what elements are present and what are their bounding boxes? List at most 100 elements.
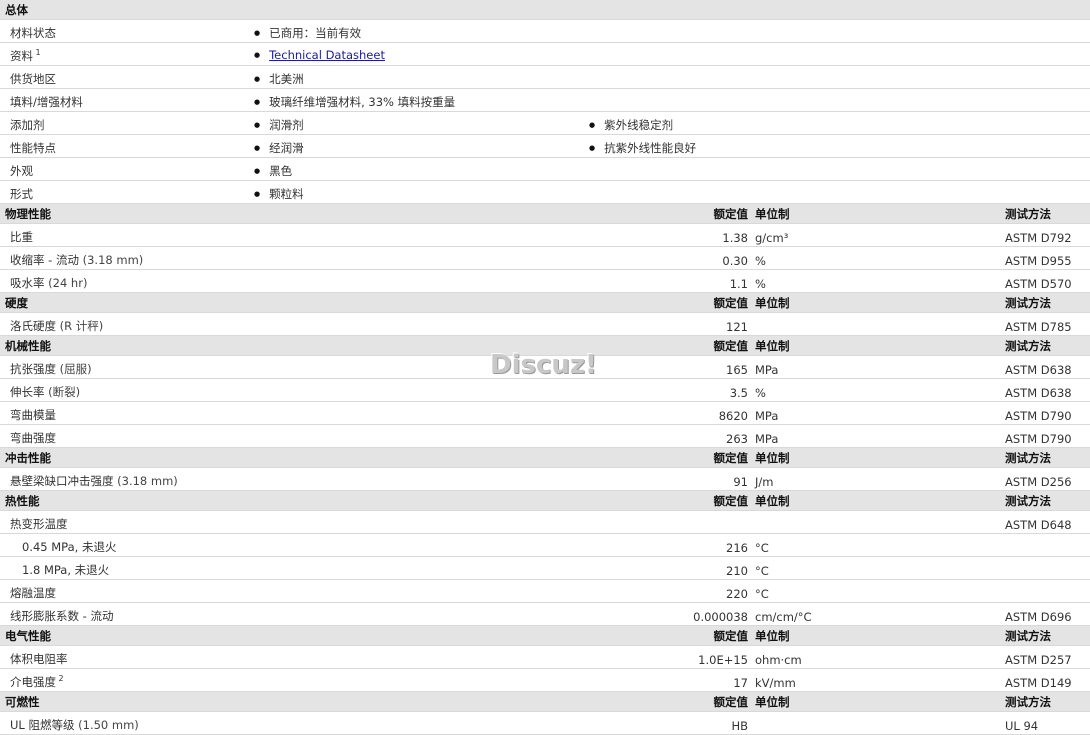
property-label: 弯曲模量: [10, 408, 56, 422]
row-label: 外观: [10, 164, 33, 178]
property-label: 线形膨胀系数 - 流动: [10, 609, 114, 623]
section-header: 冲击性能 额定值 单位制 测试方法: [0, 448, 1090, 468]
property-unit: MPa: [755, 432, 779, 446]
row-label: 形式: [10, 187, 33, 201]
property-unit: %: [755, 254, 766, 268]
property-unit: J/m: [755, 475, 774, 489]
section-header: 电气性能 额定值 单位制 测试方法: [0, 626, 1090, 646]
property-value: 1.1: [729, 277, 748, 291]
property-value: 165: [726, 363, 748, 377]
property-value: 3.5: [729, 386, 748, 400]
test-method: ASTM D638: [1005, 386, 1072, 400]
property-unit: %: [755, 386, 766, 400]
bullet-item: 紫外线稳定剂: [589, 117, 673, 133]
overall-row: 外观 黑色: [0, 158, 1090, 181]
col-header-test: 测试方法: [1005, 296, 1051, 310]
property-unit: ohm·cm: [755, 653, 802, 667]
section-title: 机械性能: [5, 339, 51, 353]
bullet-item: 玻璃纤维增强材料, 33% 填料按重量: [254, 94, 455, 110]
bullet-item: 北美洲: [254, 71, 304, 87]
row-label: 性能特点: [10, 141, 56, 155]
section-header: 可燃性 额定值 单位制 测试方法: [0, 692, 1090, 712]
test-method: ASTM D149: [1005, 676, 1072, 690]
section-header: 物理性能 额定值 单位制 测试方法: [0, 204, 1090, 224]
property-row: 弯曲模量 8620 MPa ASTM D790: [0, 402, 1090, 425]
footnote-marker: 2: [56, 674, 64, 684]
property-row: 吸水率 (24 hr) 1.1% ASTM D570: [0, 270, 1090, 293]
row-label: 添加剂: [10, 118, 45, 132]
test-method: ASTM D790: [1005, 432, 1072, 446]
property-row: 伸长率 (断裂) 3.5% ASTM D638: [0, 379, 1090, 402]
property-unit: cm/cm/°C: [755, 610, 812, 624]
property-label: 比重: [10, 230, 33, 244]
property-row: 悬壁梁缺口冲击强度 (3.18 mm) 91 J/m ASTM D256: [0, 468, 1090, 491]
row-label: 供货地区: [10, 72, 56, 86]
section-title: 物理性能: [5, 207, 51, 221]
property-label: 1.8 MPa, 未退火: [22, 563, 110, 577]
property-row: 线形膨胀系数 - 流动 0.000038 cm/cm/°C ASTM D696: [0, 603, 1090, 626]
property-value: 220: [726, 587, 748, 601]
col-header-value: 额定值: [713, 494, 749, 508]
property-row: UL 阻燃等级 (1.50 mm) HB UL 94: [0, 712, 1090, 735]
test-method: ASTM D570: [1005, 277, 1072, 291]
property-label: 洛氏硬度 (R 计秤): [10, 319, 104, 333]
test-method: ASTM D648: [1005, 518, 1072, 532]
property-row: 比重 1.38 g/cm³ ASTM D792: [0, 224, 1090, 247]
property-row: 熔融温度 220 °C: [0, 580, 1090, 603]
property-condition: (R 计秤): [56, 319, 104, 333]
overall-row: 供货地区 北美洲: [0, 66, 1090, 89]
test-method: ASTM D696: [1005, 610, 1072, 624]
bullet-item: 抗紫外线性能良好: [589, 140, 696, 156]
property-value: 17: [733, 676, 748, 690]
section-title: 电气性能: [5, 629, 51, 643]
bullet-item: 黑色: [254, 163, 292, 179]
section-header-overall: 总体: [0, 0, 1090, 20]
bullet-item: 已商用：当前有效: [254, 25, 361, 41]
col-header-value: 额定值: [713, 629, 749, 643]
col-header-value: 额定值: [713, 695, 749, 709]
test-method: ASTM D257: [1005, 653, 1072, 667]
col-header-test: 测试方法: [1005, 494, 1051, 508]
overall-row: 性能特点 经润滑 抗紫外线性能良好: [0, 135, 1090, 158]
property-value: 8620: [718, 409, 748, 423]
bullet-item: 经润滑: [254, 140, 304, 156]
property-condition: (24 hr): [44, 276, 88, 290]
footnote-marker: 1: [33, 48, 41, 58]
row-label: 材料状态: [10, 26, 56, 40]
row-label: 资料 1: [10, 48, 41, 63]
property-row: 洛氏硬度 (R 计秤) 121 ASTM D785: [0, 313, 1090, 336]
property-label: 体积电阻率: [10, 652, 68, 666]
property-value: 0.30: [722, 254, 748, 268]
col-header-unit: 单位制: [755, 494, 790, 508]
property-unit: °C: [755, 541, 769, 555]
property-label: 熔融温度: [10, 586, 56, 600]
property-value: 210: [726, 564, 748, 578]
col-header-value: 额定值: [713, 207, 749, 221]
col-header-test: 测试方法: [1005, 339, 1051, 353]
property-value: HB: [731, 719, 748, 733]
test-method: ASTM D792: [1005, 231, 1072, 245]
property-condition: (1.50 mm): [74, 718, 139, 732]
bullet-item: Technical Datasheet: [254, 48, 385, 62]
property-label: 伸长率 (断裂): [10, 385, 81, 399]
col-header-unit: 单位制: [755, 695, 790, 709]
property-label: 悬壁梁缺口冲击强度 (3.18 mm): [10, 474, 178, 488]
overall-row: 材料状态 已商用：当前有效: [0, 20, 1090, 43]
property-label: 热变形温度: [10, 517, 68, 531]
section-header: 硬度 额定值 单位制 测试方法: [0, 293, 1090, 313]
property-label: 介电强度 2: [10, 674, 64, 689]
bullet-item: 颗粒料: [254, 186, 304, 202]
property-value: 0.000038: [693, 610, 748, 624]
section-title: 硬度: [5, 296, 28, 310]
col-header-test: 测试方法: [1005, 207, 1051, 221]
datasheet-link[interactable]: Technical Datasheet: [269, 48, 385, 62]
property-label: 收缩率 - 流动 (3.18 mm): [10, 253, 144, 267]
test-method: UL 94: [1005, 719, 1039, 733]
overall-row: 填料/增强材料 玻璃纤维增强材料, 33% 填料按重量: [0, 89, 1090, 112]
property-condition: (屈服): [56, 362, 92, 376]
property-value: 1.0E+15: [698, 653, 748, 667]
property-unit: kV/mm: [755, 676, 796, 690]
col-header-test: 测试方法: [1005, 629, 1051, 643]
property-row: 0.45 MPa, 未退火 216 °C: [0, 534, 1090, 557]
property-value: 91: [733, 475, 748, 489]
